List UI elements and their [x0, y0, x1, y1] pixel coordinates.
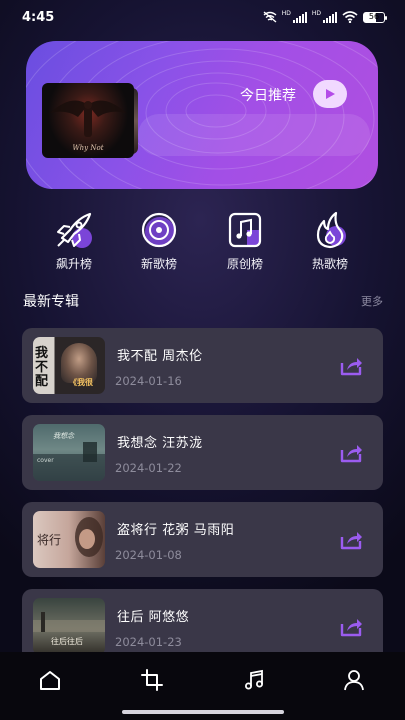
rocket-icon [57, 212, 92, 248]
category-new[interactable]: 新歌榜 [124, 210, 194, 272]
album-card[interactable]: 我想念 cover 我想念 汪苏泷 2024-01-22 [22, 415, 383, 490]
cover-portrait [75, 517, 103, 557]
category-original[interactable]: 原创榜 [210, 210, 280, 272]
network-icon [263, 11, 277, 23]
album-card[interactable]: 将行 盗将行 花粥 马雨阳 2024-01-08 [22, 502, 383, 577]
share-icon[interactable] [339, 441, 363, 463]
album-date: 2024-01-23 [115, 635, 182, 649]
cover-text: 往后往后 [51, 637, 83, 646]
category-label: 原创榜 [226, 257, 263, 271]
more-link[interactable]: 更多 [361, 293, 383, 309]
nav-home[interactable] [36, 666, 64, 694]
section-title: 最新专辑 [23, 294, 79, 310]
nav-crop[interactable] [138, 666, 166, 694]
wifi-icon [342, 11, 358, 23]
hd-label-2: HD [311, 10, 321, 17]
music-note-doc-icon [228, 212, 262, 248]
cover-text: 我不配 [35, 346, 49, 389]
today-recommend-label[interactable]: 今日推荐 [240, 85, 296, 105]
cover-art: 我想念 cover [33, 432, 105, 481]
category-label: 热歌榜 [311, 257, 348, 271]
share-icon[interactable] [339, 354, 363, 376]
status-icons: HD HD 56 [263, 10, 387, 23]
recommend-pill[interactable] [138, 114, 370, 156]
vinyl-disc-icon [141, 212, 177, 248]
album-card[interactable]: 往后往后 往后 阿悠悠 2024-01-23 [22, 589, 383, 657]
nav-profile[interactable] [340, 666, 368, 694]
share-icon[interactable] [339, 528, 363, 550]
banner-album-cover[interactable]: Why Not [42, 83, 140, 158]
play-icon [326, 89, 335, 99]
signal-icon-2 [323, 11, 337, 23]
album-cover: 我想念 cover [33, 424, 105, 481]
person-icon [344, 670, 364, 691]
category-label: 新歌榜 [140, 257, 177, 271]
album-cover: 将行 [33, 511, 105, 568]
recommend-banner[interactable]: Why Not [26, 41, 378, 189]
status-time: 4:45 [22, 9, 55, 25]
album-card[interactable]: 我不配 《我很 我不配 周杰伦 2024-01-16 [22, 328, 383, 403]
cover-text: cover [37, 457, 54, 464]
status-bar: 4:45 HD HD 56 [0, 0, 405, 34]
bottom-nav [0, 652, 405, 720]
crop-icon [141, 669, 163, 691]
music-note-icon [245, 669, 263, 690]
banner-cover-front: Why Not [42, 83, 134, 158]
category-label: 飙升榜 [55, 257, 92, 271]
flame-icon [316, 211, 346, 249]
album-title: 往后 阿悠悠 [117, 610, 190, 625]
category-rising[interactable]: 飙升榜 [39, 210, 109, 272]
hd-label-1: HD [281, 10, 291, 17]
chart-categories: 飙升榜 新歌榜 原创榜 热歌榜 [0, 210, 405, 272]
album-date: 2024-01-16 [115, 374, 182, 388]
album-date: 2024-01-08 [115, 548, 182, 562]
play-button[interactable] [313, 80, 347, 108]
album-cover: 我不配 《我很 [33, 337, 105, 394]
share-icon[interactable] [339, 615, 363, 637]
album-title: 我不配 周杰伦 [117, 349, 203, 364]
svg-text:我想念: 我想念 [53, 432, 75, 440]
battery-icon: 56 [363, 11, 387, 23]
home-indicator[interactable] [122, 710, 284, 714]
home-icon [40, 671, 60, 690]
nav-music[interactable] [240, 666, 268, 694]
album-title: 我想念 汪苏泷 [117, 436, 203, 451]
signal-icon-1 [292, 11, 307, 23]
cover-caption: 《我很 [69, 378, 93, 387]
banner-cover-caption: Why Not [72, 144, 104, 152]
category-hot[interactable]: 热歌榜 [295, 210, 365, 272]
album-title: 盗将行 花粥 马雨阳 [117, 523, 235, 538]
album-date: 2024-01-22 [115, 461, 182, 475]
album-cover: 往后往后 [33, 598, 105, 655]
